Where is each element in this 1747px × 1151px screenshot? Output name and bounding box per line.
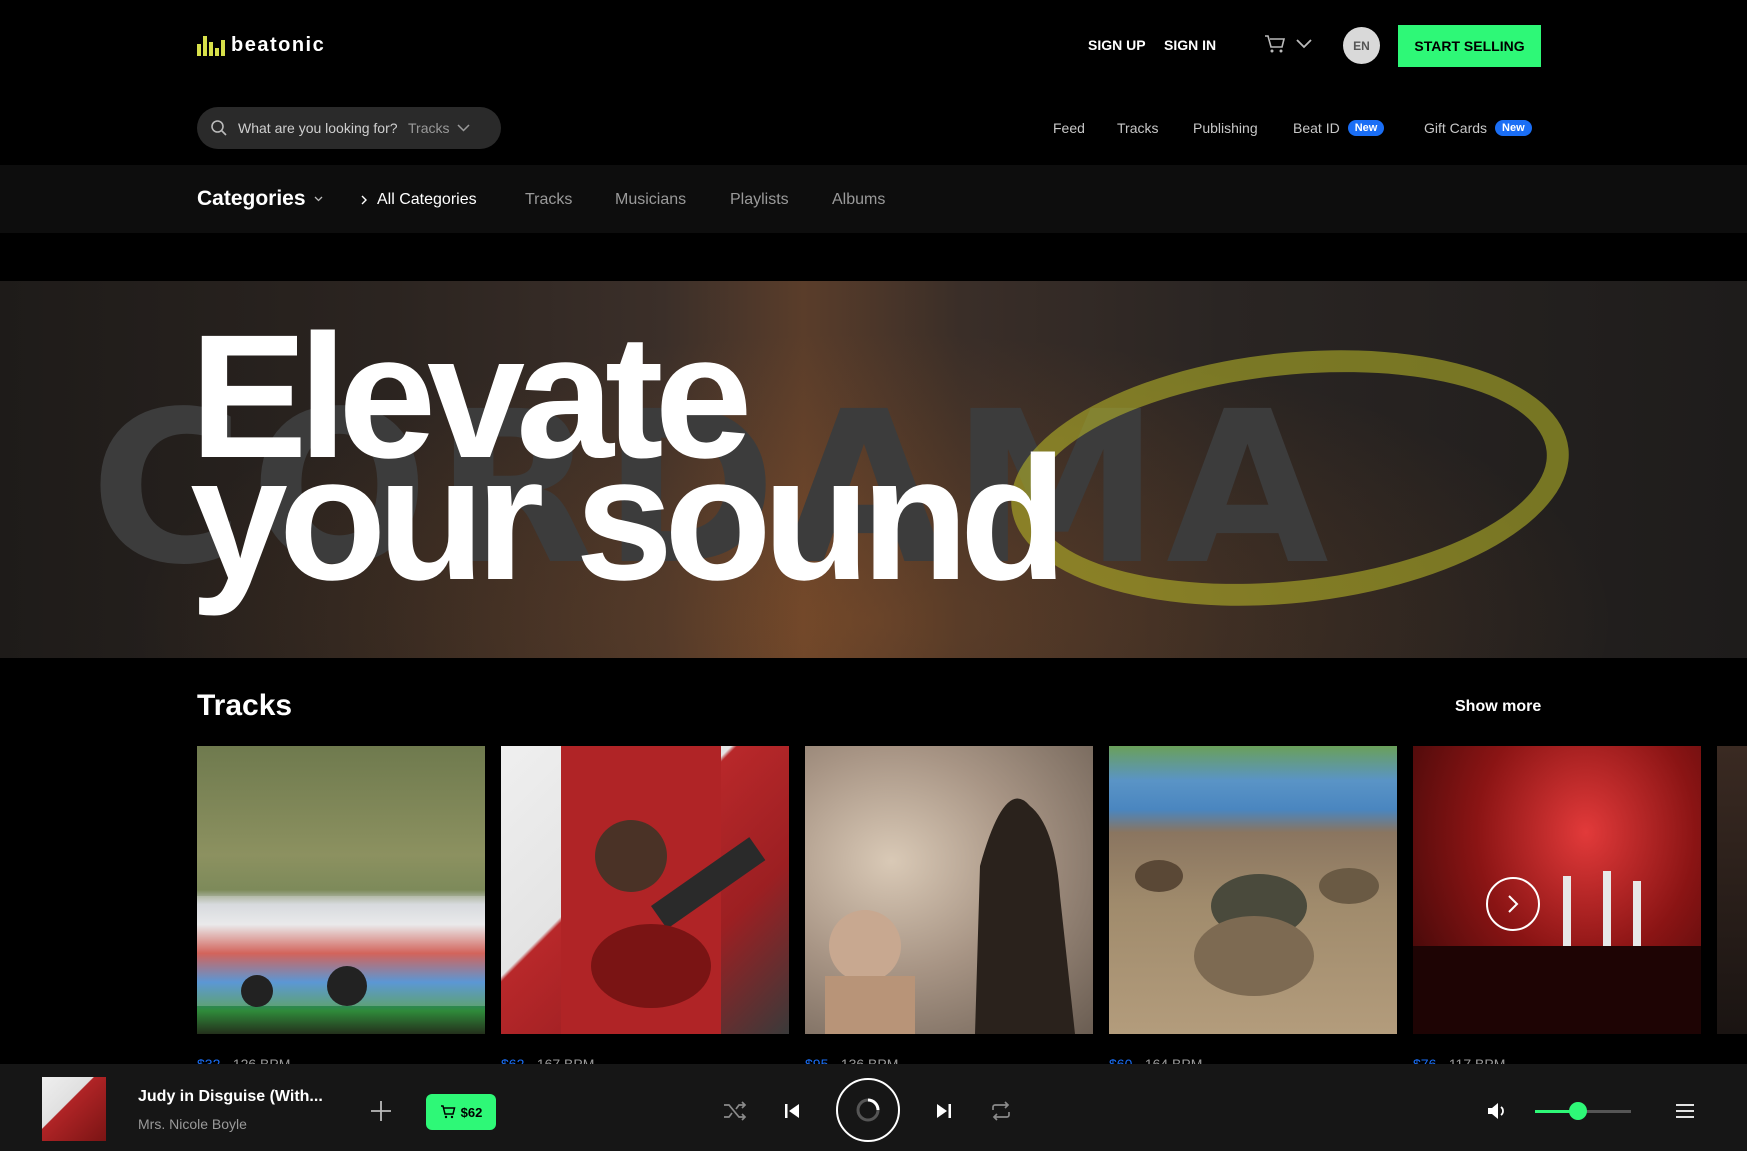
new-badge: New [1347,120,1385,136]
cart-icon [440,1105,456,1119]
now-playing-artist[interactable]: Mrs. Nicole Boyle [138,1116,247,1132]
topnav-label: Tracks [1117,120,1159,136]
cart-dropdown[interactable] [1264,34,1312,54]
equalizer-logo-icon [197,35,225,56]
chevron-down-icon [457,124,471,132]
topnav-gift-cards[interactable]: Gift Cards New [1424,120,1532,136]
buy-track-button[interactable]: $62 [426,1094,496,1130]
search-icon [211,120,227,136]
track-card-image[interactable] [197,746,485,1034]
skip-forward-icon [937,1104,951,1118]
topnav-label: Publishing [1193,120,1258,136]
topnav-publishing[interactable]: Publishing [1193,120,1258,136]
queue-menu-button[interactable] [1672,1098,1698,1124]
category-albums[interactable]: Albums [832,191,885,209]
loading-spinner-icon [856,1098,880,1122]
categories-dropdown[interactable]: Categories [197,187,323,211]
category-musicians[interactable]: Musicians [615,191,686,209]
logo-text: beatonic [231,34,326,56]
search-type-select[interactable]: Tracks [408,120,471,136]
track-card-image[interactable] [805,746,1093,1034]
now-playing-title[interactable]: Judy in Disguise (With... [138,1088,323,1106]
search-bar[interactable]: Tracks [197,107,501,149]
track-card-image-partial[interactable] [1717,746,1747,1034]
category-tracks[interactable]: Tracks [525,191,572,209]
plus-icon [371,1101,391,1121]
hero-banner[interactable]: CORDAMA Elevate your sound [0,281,1747,658]
painted-bus-festival-photo [197,896,485,1007]
language-avatar[interactable]: EN [1343,27,1380,64]
repeat-icon [992,1101,1010,1121]
now-playing-thumbnail[interactable] [42,1077,106,1141]
audio-player-bar: Judy in Disguise (With... Mrs. Nicole Bo… [0,1064,1747,1151]
show-more-link[interactable]: Show more [1455,698,1541,716]
categories-title: Categories [197,187,306,210]
track-card-image[interactable] [501,746,789,1034]
sign-up-link[interactable]: SIGN UP [1088,37,1146,53]
chevron-down-icon [314,196,323,202]
category-playlists[interactable]: Playlists [730,191,789,209]
topnav-feed[interactable]: Feed [1053,120,1085,136]
red-stage-concert-photo [1413,871,1701,1034]
previous-track-button[interactable] [780,1098,804,1124]
mute-button[interactable] [1484,1098,1510,1124]
play-pause-button[interactable] [836,1078,900,1142]
topnav-label: Gift Cards [1424,120,1488,136]
category-all[interactable]: All Categories [361,191,477,209]
categories-bar: Categories All Categories Tracks Musicia… [0,165,1747,233]
track-card-image[interactable] [1413,746,1701,1034]
repeat-button[interactable] [988,1098,1014,1124]
mud-race-photo [1135,860,1379,996]
volume-knob[interactable] [1569,1102,1588,1120]
topnav-beat-id[interactable]: Beat ID New [1293,120,1385,136]
next-track-button[interactable] [932,1098,956,1124]
shuffle-icon [724,1101,747,1121]
hero-headline-line2: your sound [190,421,1067,617]
top-header: beatonic SIGN UP SIGN IN EN START SELLIN… [0,0,1747,149]
topnav-tracks[interactable]: Tracks [1117,120,1158,136]
chevron-right-icon [1508,895,1519,913]
add-to-playlist-button[interactable] [368,1098,394,1124]
carousel-next-button[interactable] [1486,877,1540,931]
topnav-label: Feed [1053,120,1085,136]
volume-slider[interactable] [1535,1102,1631,1120]
search-type-label: Tracks [408,120,450,136]
sign-in-link[interactable]: SIGN IN [1164,37,1216,53]
concert-silhouette-photo [825,798,1075,1034]
volume-icon [1488,1103,1504,1119]
track-card-image[interactable] [1109,746,1397,1034]
shuffle-button[interactable] [722,1098,748,1124]
start-selling-button[interactable]: START SELLING [1398,25,1541,67]
skip-back-icon [785,1104,799,1118]
search-input[interactable] [238,120,408,136]
menu-icon [1676,1104,1694,1118]
category-label: All Categories [377,191,477,208]
tracks-section-title: Tracks [197,689,293,722]
buy-price: $62 [460,1104,483,1120]
chevron-down-icon [1296,39,1312,49]
beatonic-logo[interactable]: beatonic [197,34,325,57]
new-badge: New [1495,120,1532,136]
guitarist-red-shirt-photo [561,746,766,1034]
topnav-label: Beat ID [1293,120,1340,136]
chevron-right-icon [361,195,367,205]
cart-icon [1265,35,1286,53]
